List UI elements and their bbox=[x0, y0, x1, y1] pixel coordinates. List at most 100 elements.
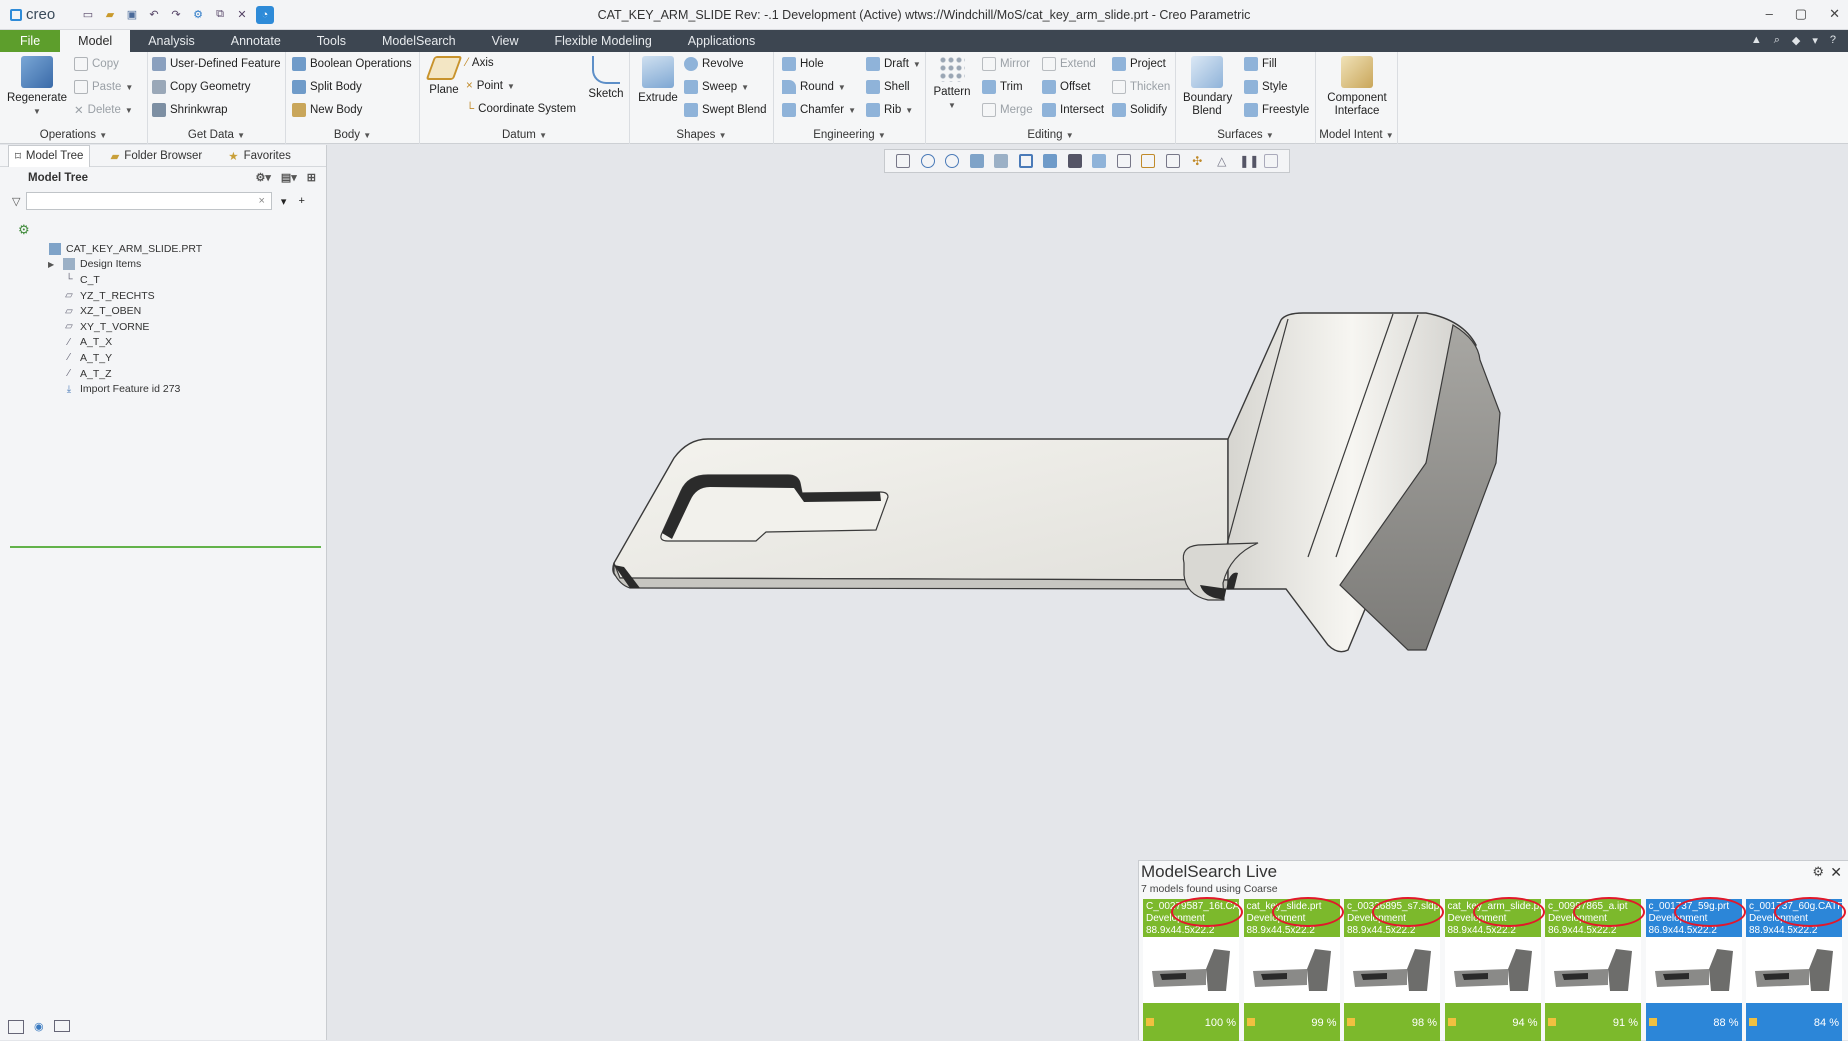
insert-indicator[interactable] bbox=[10, 546, 321, 548]
filter-icon[interactable]: ▽ bbox=[12, 195, 20, 208]
sweep-button[interactable]: Sweep ▼ bbox=[684, 80, 749, 94]
hole-button[interactable]: Hole bbox=[782, 57, 824, 71]
fill-button[interactable]: Fill bbox=[1244, 57, 1277, 71]
solidify-button[interactable]: Solidify bbox=[1112, 103, 1167, 117]
freestyle-button[interactable]: Freestyle bbox=[1244, 103, 1309, 117]
spin-center-icon[interactable]: ✣ bbox=[1190, 154, 1204, 168]
close-icon[interactable]: ✕ bbox=[1829, 6, 1840, 22]
draft-button[interactable]: Draft ▼ bbox=[866, 57, 921, 71]
tab-view[interactable]: View bbox=[474, 30, 537, 52]
surfaces-group-label[interactable]: Surfaces ▼ bbox=[1176, 129, 1315, 141]
tree-item-import-feature[interactable]: ⤓ Import Feature id 273 bbox=[0, 381, 320, 397]
shapes-group-label[interactable]: Shapes ▼ bbox=[630, 129, 773, 141]
copy-button[interactable]: Copy bbox=[74, 57, 119, 71]
split-body-button[interactable]: Split Body bbox=[292, 80, 362, 94]
collapse-ribbon-icon[interactable]: ▲ bbox=[1751, 34, 1762, 47]
point-button[interactable]: × Point ▼ bbox=[466, 80, 515, 92]
tree-show-icon[interactable]: ▤▾ bbox=[281, 171, 297, 184]
tab-file[interactable]: File bbox=[0, 30, 61, 52]
tree-item-xz-plane[interactable]: ▱ XZ_T_OBEN bbox=[0, 303, 320, 319]
axis-button[interactable]: ⁄ Axis bbox=[466, 57, 494, 69]
search-result-card[interactable]: c_001737_60g.CATP Development 88.9x44.5x22… bbox=[1746, 897, 1846, 1041]
search-result-card[interactable]: c_00997865_a.ipt Development 86.9x44.5x22.… bbox=[1545, 897, 1645, 1041]
body-group-label[interactable]: Body ▼ bbox=[286, 129, 419, 141]
customize-qat-icon[interactable]: ◔ bbox=[256, 5, 274, 24]
tab-folder-browser[interactable]: ▰ Folder Browser bbox=[104, 145, 208, 167]
help-icon[interactable]: ? bbox=[1830, 34, 1836, 47]
more-options-icon[interactable] bbox=[1263, 154, 1278, 168]
tab-applications[interactable]: Applications bbox=[670, 30, 773, 52]
plane-button[interactable]: Plane bbox=[424, 56, 464, 97]
engineering-group-label[interactable]: Engineering ▼ bbox=[774, 129, 925, 141]
settings-gear-icon[interactable]: ⚙ bbox=[18, 222, 30, 238]
tree-settings-icon[interactable]: ⚙▾ bbox=[255, 171, 270, 184]
regenerate-qat-icon[interactable]: ⚙ bbox=[190, 7, 206, 23]
merge-button[interactable]: Merge bbox=[982, 103, 1033, 117]
perspective-icon[interactable] bbox=[1092, 154, 1107, 168]
full-screen-icon[interactable] bbox=[53, 1020, 70, 1032]
search-result-card[interactable]: c_00336895_s7.sldprt Development 88.9x44.5… bbox=[1344, 897, 1444, 1041]
maximize-icon[interactable]: ▢ bbox=[1795, 6, 1807, 22]
tree-item-yz-plane[interactable]: ▱ YZ_T_RECHTS bbox=[0, 288, 320, 304]
repaint-icon[interactable] bbox=[969, 154, 984, 168]
show-navigator-icon[interactable] bbox=[8, 1020, 24, 1034]
operations-group-label[interactable]: Operations ▼ bbox=[0, 129, 147, 141]
coordinate-system-button[interactable]: └ Coordinate System bbox=[466, 103, 576, 115]
view-manager-icon[interactable] bbox=[1043, 154, 1058, 168]
search-result-card[interactable]: c_001737_59g.prt Development 86.9x44.5x22.… bbox=[1645, 897, 1746, 1041]
refit-icon[interactable] bbox=[896, 154, 911, 168]
style-button[interactable]: Style bbox=[1244, 80, 1288, 94]
expand-icon[interactable]: ▶ bbox=[48, 260, 58, 269]
swept-blend-button[interactable]: Swept Blend bbox=[684, 103, 767, 117]
copy-geometry-button[interactable]: Copy Geometry bbox=[152, 80, 251, 94]
boundary-blend-button[interactable]: Boundary Blend bbox=[1180, 56, 1234, 118]
tree-item-axis-x[interactable]: ⁄ A_T_X bbox=[0, 335, 320, 351]
tree-filter-settings-icon[interactable]: ⊞ bbox=[307, 171, 316, 184]
search-result-card[interactable]: C_00279587_16t.CATPDevelopment88.9x44.5x… bbox=[1143, 897, 1243, 1041]
paste-button[interactable]: Paste ▼ bbox=[74, 80, 133, 94]
zoom-out-icon[interactable] bbox=[945, 154, 960, 168]
project-button[interactable]: Project bbox=[1112, 57, 1166, 71]
thicken-button[interactable]: Thicken bbox=[1112, 80, 1170, 94]
trim-button[interactable]: Trim bbox=[982, 80, 1023, 94]
reorient-icon[interactable] bbox=[994, 154, 1009, 168]
tab-annotate[interactable]: Annotate bbox=[213, 30, 299, 52]
boolean-operations-button[interactable]: Boolean Operations bbox=[292, 57, 412, 71]
mirror-button[interactable]: Mirror bbox=[982, 57, 1030, 71]
chamfer-button[interactable]: Chamfer ▼ bbox=[782, 103, 856, 117]
tree-search-input[interactable] bbox=[26, 192, 273, 210]
search-result-card[interactable]: cat_key_arm_slide.prt Development 88.9x44.… bbox=[1444, 897, 1545, 1041]
save-icon[interactable]: ▣ bbox=[124, 7, 140, 23]
offset-button[interactable]: Offset bbox=[1042, 80, 1090, 94]
sketch-button[interactable]: Sketch bbox=[586, 56, 626, 101]
add-filter-icon[interactable]: + bbox=[298, 195, 304, 207]
close-window-icon[interactable]: ✕ bbox=[234, 7, 250, 23]
search-result-card[interactable]: cat_key_slide.prt Development 88.9x44.5x22… bbox=[1243, 897, 1344, 1041]
get-data-group-label[interactable]: Get Data ▼ bbox=[148, 129, 285, 141]
tree-item-c-t[interactable]: └ C_T bbox=[0, 272, 320, 288]
settings-icon[interactable]: ⚙ bbox=[1812, 864, 1824, 880]
datum-display-icon[interactable] bbox=[1141, 154, 1156, 168]
open-file-icon[interactable]: ▰ bbox=[102, 7, 118, 23]
model-intent-group-label[interactable]: Model Intent ▼ bbox=[1316, 129, 1397, 141]
section-icon[interactable] bbox=[1116, 154, 1131, 168]
new-file-icon[interactable]: ▭ bbox=[80, 7, 96, 23]
component-interface-button[interactable]: Component Interface bbox=[1322, 56, 1392, 118]
extend-button[interactable]: Extend bbox=[1042, 57, 1096, 71]
delete-button[interactable]: ✕ Delete ▼ bbox=[74, 103, 133, 117]
clear-search-icon[interactable]: × bbox=[258, 195, 264, 207]
tab-modelsearch[interactable]: ModelSearch bbox=[364, 30, 474, 52]
tree-item-design-items[interactable]: ▶ Design Items bbox=[0, 257, 320, 273]
shrinkwrap-button[interactable]: Shrinkwrap bbox=[152, 103, 228, 117]
zoom-in-icon[interactable] bbox=[920, 154, 935, 168]
pattern-button[interactable]: Pattern ▼ bbox=[932, 56, 972, 112]
undo-icon[interactable]: ↶ bbox=[146, 7, 162, 23]
intersect-button[interactable]: Intersect bbox=[1042, 103, 1104, 117]
tree-item-root[interactable]: CAT_KEY_ARM_SLIDE.PRT bbox=[0, 241, 320, 257]
search-dropdown-icon[interactable]: ▾ bbox=[281, 195, 287, 208]
shell-button[interactable]: Shell bbox=[866, 80, 910, 94]
tree-item-xy-plane[interactable]: ▱ XY_T_VORNE bbox=[0, 319, 320, 335]
tab-favorites[interactable]: ★ Favorites bbox=[222, 145, 297, 167]
tab-tools[interactable]: Tools bbox=[299, 30, 364, 52]
tree-item-axis-z[interactable]: ⁄ A_T_Z bbox=[0, 366, 320, 382]
